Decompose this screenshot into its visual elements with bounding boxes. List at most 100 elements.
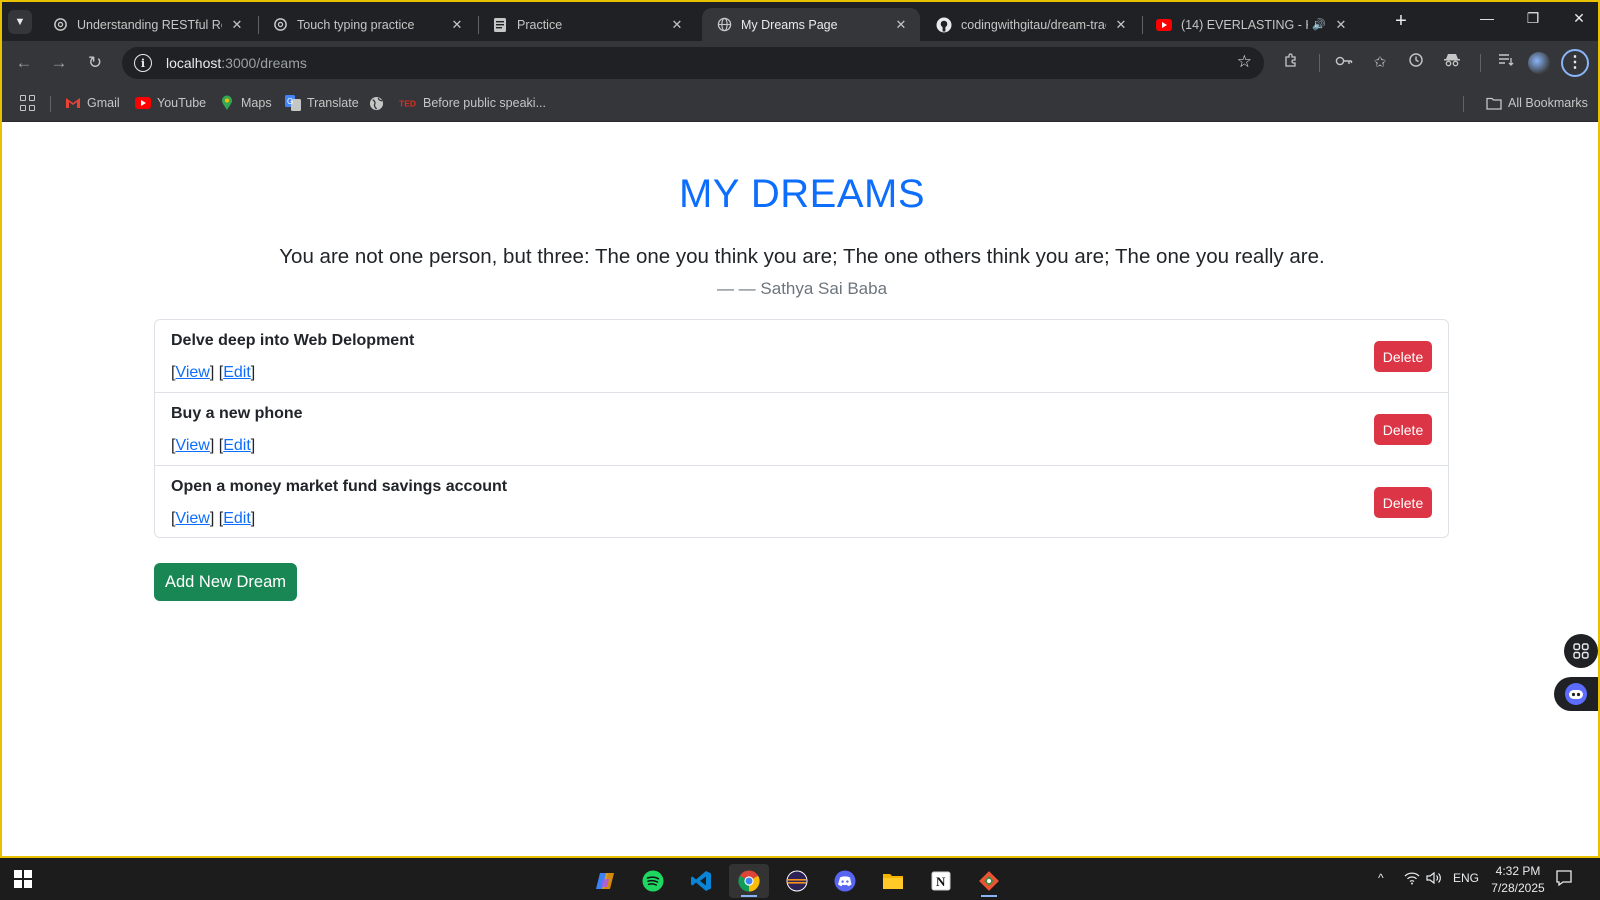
plus-icon: + — [1395, 10, 1407, 32]
speaker-icon[interactable]: 🔊 — [1312, 18, 1326, 31]
reload-button[interactable]: ↻ — [83, 51, 107, 75]
tab-title: (14) EVERLASTING - Kanj — [1181, 17, 1308, 32]
vscode-taskbar-icon[interactable] — [681, 864, 721, 898]
notifications-icon[interactable] — [1555, 869, 1573, 890]
bookmark-label: Translate — [307, 96, 359, 110]
svg-text:TED: TED — [399, 99, 416, 109]
close-icon[interactable]: ✕ — [228, 17, 246, 33]
network-icon[interactable] — [1404, 871, 1420, 888]
bookmark-label: YouTube — [157, 96, 207, 110]
delete-button[interactable]: Delete — [1374, 487, 1432, 518]
delete-button[interactable]: Delete — [1374, 414, 1432, 445]
bookmark-globe[interactable] — [368, 94, 390, 112]
restore-icon: ❐ — [1526, 10, 1540, 26]
dream-actions: [View] [Edit] — [171, 364, 256, 381]
tab-youtube-everlasting[interactable]: (14) EVERLASTING - Kanj 🔊 ✕ — [1142, 8, 1360, 41]
assistant-extension-button[interactable] — [1554, 677, 1598, 711]
edit-link[interactable]: Edit — [223, 437, 251, 454]
globe-icon — [368, 95, 384, 111]
site-info-icon[interactable]: i — [134, 54, 152, 72]
notion-taskbar-icon[interactable]: N — [921, 864, 961, 898]
forward-button[interactable]: → — [47, 51, 71, 75]
dream-actions: [View] [Edit] — [171, 510, 256, 527]
incognito-icon[interactable] — [1441, 52, 1463, 74]
eclipse-taskbar-icon[interactable] — [777, 864, 817, 898]
dream-actions: [View] [Edit] — [171, 437, 256, 454]
view-link[interactable]: View — [175, 364, 209, 381]
history-icon[interactable] — [1405, 52, 1427, 74]
arrow-left-icon: ← — [15, 53, 33, 72]
folder-icon — [1486, 95, 1502, 111]
minimize-button[interactable]: — — [1475, 10, 1499, 26]
chevron-down-icon: ▼ — [14, 16, 26, 28]
discord-taskbar-icon[interactable] — [825, 864, 865, 898]
system-clock[interactable]: 4:32 PM 7/28/2025 — [1478, 863, 1558, 897]
address-bar[interactable]: i localhost:3000/dreams ☆ — [122, 47, 1264, 79]
delete-button[interactable]: Delete — [1374, 341, 1432, 372]
bookmark-youtube[interactable]: YouTube — [135, 94, 206, 112]
document-icon — [492, 17, 508, 33]
tab-practice[interactable]: Practice ✕ — [478, 8, 696, 41]
list-item: Delve deep into Web Delopment [View] [Ed… — [155, 320, 1448, 393]
apps-grid-icon[interactable] — [20, 95, 36, 111]
tab-search-button[interactable]: ▼ — [8, 10, 32, 34]
reading-list-icon[interactable] — [1495, 52, 1517, 74]
tab-my-dreams-page[interactable]: My Dreams Page ✕ — [702, 8, 920, 41]
profile-avatar[interactable] — [1528, 52, 1550, 74]
close-icon[interactable]: ✕ — [668, 17, 686, 33]
restore-button[interactable]: ❐ — [1521, 10, 1545, 27]
bookmark-label: Before public speaki... — [423, 96, 546, 110]
tab-title: codingwithgitau/dream-track — [961, 17, 1106, 32]
file-explorer-taskbar-icon[interactable] — [873, 864, 913, 898]
bookmark-label: Gmail — [87, 96, 120, 110]
bookmark-gmail[interactable]: Gmail — [65, 94, 120, 112]
bookmark-ted[interactable]: TED Before public speaki... — [399, 94, 546, 112]
add-new-dream-button[interactable]: Add New Dream — [154, 563, 297, 601]
close-icon[interactable]: ✕ — [1332, 17, 1350, 33]
edit-link[interactable]: Edit — [223, 510, 251, 527]
tab-strip: ▼ Understanding RESTful Route ✕ Touch ty… — [2, 2, 1598, 41]
close-window-button[interactable]: ✕ — [1567, 10, 1591, 27]
bookmark-label: All Bookmarks — [1508, 96, 1588, 110]
edit-link[interactable]: Edit — [223, 364, 251, 381]
view-link[interactable]: View — [175, 437, 209, 454]
windows-start-icon[interactable] — [14, 870, 32, 888]
tab-restful-routes[interactable]: Understanding RESTful Route ✕ — [38, 8, 256, 41]
close-icon[interactable]: ✕ — [448, 17, 466, 33]
bookmark-star-icon[interactable]: ☆ — [1237, 52, 1252, 72]
openai-icon — [272, 17, 288, 33]
tab-title: Understanding RESTful Route — [77, 17, 222, 32]
bookmark-maps[interactable]: Maps — [219, 94, 272, 112]
view-link[interactable]: View — [175, 510, 209, 527]
openai-icon — [52, 17, 68, 33]
chrome-taskbar-icon[interactable] — [729, 864, 769, 898]
password-key-icon[interactable] — [1333, 52, 1355, 74]
dream-title: Buy a new phone — [171, 405, 303, 422]
volume-icon[interactable] — [1426, 871, 1442, 888]
close-icon[interactable]: ✕ — [1112, 17, 1130, 33]
git-gui-taskbar-icon[interactable] — [969, 864, 1009, 898]
clock-date: 7/28/2025 — [1491, 881, 1545, 895]
browser-menu-button[interactable]: ⋮ — [1561, 49, 1589, 77]
tab-github-dream-track[interactable]: codingwithgitau/dream-track ✕ — [922, 8, 1140, 41]
quote-text: You are not one person, but three: The o… — [279, 245, 1325, 268]
clock-time: 4:32 PM — [1495, 864, 1541, 878]
all-bookmarks[interactable]: All Bookmarks — [1486, 94, 1588, 112]
language-indicator[interactable]: ENG — [1453, 871, 1479, 885]
side-panel-apps-button[interactable] — [1564, 634, 1598, 668]
close-icon[interactable]: ✕ — [892, 17, 910, 33]
dream-title: Delve deep into Web Delopment — [171, 332, 415, 349]
new-tab-button[interactable]: + — [1389, 10, 1413, 33]
back-button[interactable]: ← — [12, 51, 36, 75]
url-text: localhost:3000/dreams — [166, 55, 307, 71]
extensions-icon[interactable] — [1280, 52, 1302, 74]
favorites-star-icon[interactable]: ✩ — [1369, 52, 1391, 74]
spotify-taskbar-icon[interactable] — [633, 864, 673, 898]
bookmark-translate[interactable]: G Translate — [285, 94, 359, 112]
copilot-taskbar-icon[interactable] — [585, 864, 625, 898]
svg-text:G: G — [287, 97, 293, 106]
minimize-icon: — — [1480, 10, 1494, 26]
chevron-up-icon[interactable]: ^ — [1378, 871, 1384, 885]
tab-title: Touch typing practice — [297, 17, 415, 32]
tab-touch-typing[interactable]: Touch typing practice ✕ — [258, 8, 476, 41]
